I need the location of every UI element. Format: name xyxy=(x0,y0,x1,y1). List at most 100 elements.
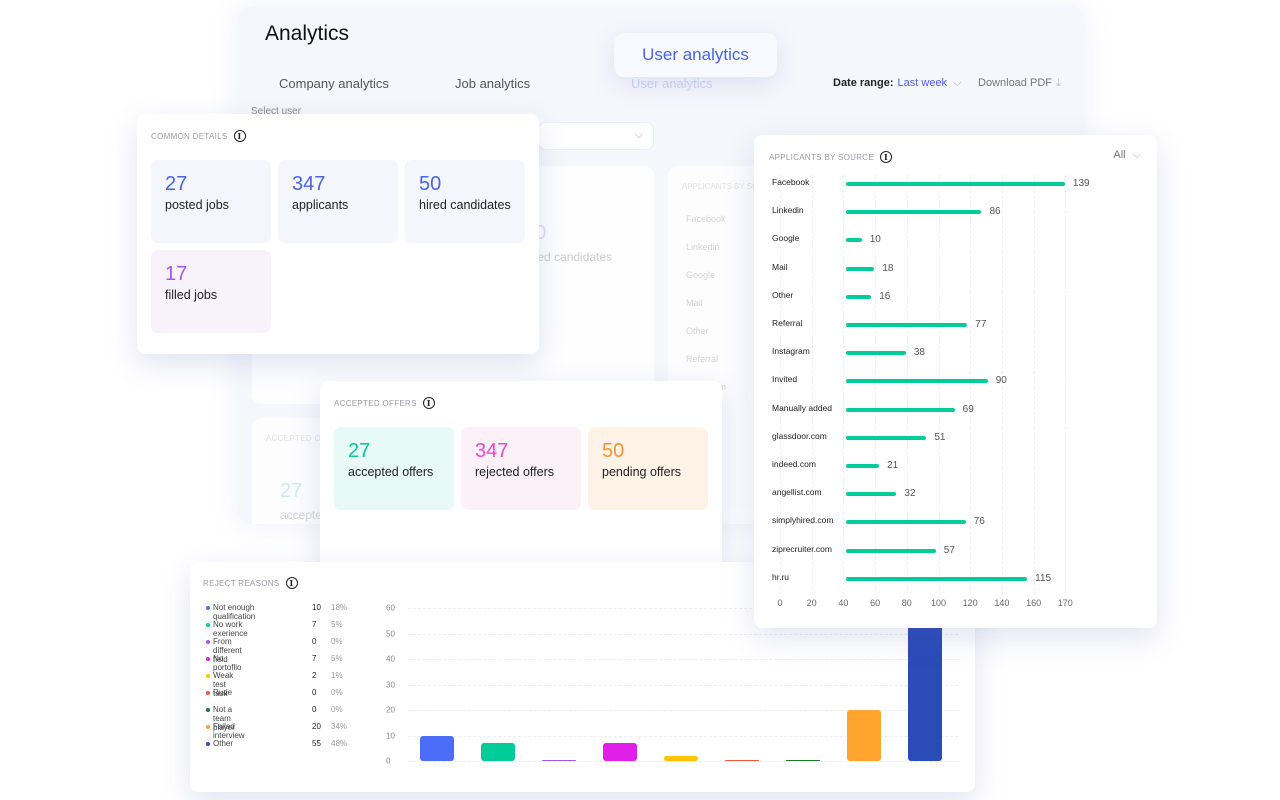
legend-count: 2 xyxy=(312,671,317,680)
info-icon[interactable]: i xyxy=(233,130,246,142)
source-bar[interactable] xyxy=(846,294,872,299)
reject-reason-bar[interactable] xyxy=(908,620,942,761)
select-user-dropdown[interactable]: ⌵ xyxy=(538,122,654,150)
common-details-header: COMMON DETAILS i xyxy=(151,130,246,142)
source-bar[interactable] xyxy=(846,351,906,356)
reject-reason-bar[interactable] xyxy=(847,710,881,761)
source-value-label: 115 xyxy=(1035,572,1052,584)
download-pdf-button[interactable]: Download PDF ⤓ xyxy=(978,77,1061,90)
source-bar[interactable] xyxy=(846,323,968,327)
legend-count: 7 xyxy=(312,654,317,663)
source-value-label: 86 xyxy=(989,206,1001,218)
legend-dot-icon xyxy=(206,725,210,729)
legend-label: Failed interview xyxy=(213,722,245,740)
legend-dot-icon xyxy=(206,742,210,746)
source-value-label: 10 xyxy=(869,234,881,246)
source-label: ziprecruiter.com xyxy=(772,543,832,554)
source-value-label: 57 xyxy=(943,544,955,556)
source-label: Invited xyxy=(772,374,798,385)
reject-reasons-header: REJECT REASONS i xyxy=(203,577,298,589)
stat-label: posted jobs xyxy=(165,198,229,212)
source-label: angellist.com xyxy=(772,487,822,498)
info-icon[interactable]: i xyxy=(285,577,298,589)
source-bar[interactable] xyxy=(846,435,927,440)
source-bar[interactable] xyxy=(846,210,982,215)
source-bar[interactable] xyxy=(846,182,1065,186)
chevron-down-icon: ⌵ xyxy=(1132,149,1141,161)
reject-reason-bar[interactable] xyxy=(481,743,515,761)
info-icon[interactable]: i xyxy=(880,151,892,163)
source-bar[interactable] xyxy=(846,407,955,412)
date-range-selector[interactable]: Date range: Last week ⌵ xyxy=(833,77,961,90)
y-tick-label: 20 xyxy=(386,705,395,715)
grid-line xyxy=(970,175,972,595)
legend-dot-icon xyxy=(206,623,210,627)
x-tick-label: 160 xyxy=(1026,598,1042,608)
source-bar[interactable] xyxy=(846,492,897,497)
accepted-offers-header: ACCEPTED OFFERS i xyxy=(334,397,435,409)
info-icon[interactable]: i xyxy=(422,397,435,409)
tab-bar: Company analytics Job analytics User ana… xyxy=(279,76,807,91)
source-bar[interactable] xyxy=(846,379,988,384)
source-label: simplyhired.com xyxy=(772,515,834,526)
source-bar[interactable] xyxy=(846,548,936,553)
chevron-down-icon: ⌵ xyxy=(953,77,962,89)
download-pdf-label: Download PDF xyxy=(978,77,1052,89)
source-filter-value: All xyxy=(1113,149,1126,161)
accepted-offers-title: ACCEPTED OFFERS xyxy=(334,398,417,408)
stat-value: 347 xyxy=(475,440,509,462)
source-bar[interactable] xyxy=(846,464,880,468)
reject-reason-bar[interactable] xyxy=(786,759,820,761)
legend-percent: 34% xyxy=(331,722,348,731)
source-bar[interactable] xyxy=(846,238,862,243)
legend-count: 0 xyxy=(312,637,317,646)
source-bar[interactable] xyxy=(846,266,875,271)
source-filter-dropdown[interactable]: All ⌵ xyxy=(1113,149,1141,162)
tab-user-analytics[interactable]: User analytics xyxy=(631,76,807,91)
legend-count: 55 xyxy=(312,739,321,748)
legend-dot-icon xyxy=(206,674,210,678)
grid-line xyxy=(1033,175,1035,595)
reject-reasons-title: REJECT REASONS xyxy=(203,578,280,588)
legend-percent: 1% xyxy=(331,671,343,680)
stat-label: hired candidates xyxy=(419,198,511,212)
accepted-offers-card: ACCEPTED OFFERS i 27 accepted offers 347… xyxy=(320,381,722,571)
x-tick-label: 0 xyxy=(777,598,783,608)
grid-line xyxy=(843,175,845,595)
chevron-down-icon: ⌵ xyxy=(634,129,643,141)
stat-applicants: 347 applicants xyxy=(278,160,398,243)
source-value-label: 77 xyxy=(975,319,987,330)
bg-source-label: Other xyxy=(686,326,709,336)
source-value-label: 51 xyxy=(934,431,946,443)
tab-company-analytics[interactable]: Company analytics xyxy=(279,76,455,91)
source-label: Manually added xyxy=(772,402,833,413)
legend-dot-icon xyxy=(206,708,210,712)
x-tick-label: 40 xyxy=(838,598,849,608)
date-range-value: Last week xyxy=(897,77,948,89)
bg-source-label: Mail xyxy=(686,298,703,308)
source-bar[interactable] xyxy=(846,520,966,525)
source-label: indeed.com xyxy=(772,459,816,469)
source-value-label: 76 xyxy=(973,516,985,528)
reject-reason-bar[interactable] xyxy=(542,759,576,761)
source-bar[interactable] xyxy=(846,576,1028,581)
user-analytics-tab-highlight[interactable]: User analytics xyxy=(614,33,777,77)
source-value-label: 18 xyxy=(882,262,894,274)
reject-reason-bar[interactable] xyxy=(420,735,454,761)
source-label: Other xyxy=(772,289,794,300)
stat-label: pending offers xyxy=(602,465,681,479)
stat-hired-candidates: 50 hired candidates xyxy=(405,160,525,243)
grid-line xyxy=(938,175,940,595)
stat-label: applicants xyxy=(292,198,349,212)
stat-value: 17 xyxy=(165,263,188,285)
reject-reason-bar[interactable] xyxy=(725,759,759,761)
source-value-label: 90 xyxy=(995,375,1007,387)
tab-job-analytics[interactable]: Job analytics xyxy=(455,76,631,91)
reject-reason-bar[interactable] xyxy=(603,743,637,761)
y-tick-label: 30 xyxy=(386,680,395,689)
legend-count: 20 xyxy=(312,722,321,731)
x-tick-label: 140 xyxy=(994,598,1010,608)
reject-reason-bar[interactable] xyxy=(664,755,698,761)
source-value-label: 16 xyxy=(879,290,891,302)
download-icon: ⤓ xyxy=(1055,77,1061,89)
